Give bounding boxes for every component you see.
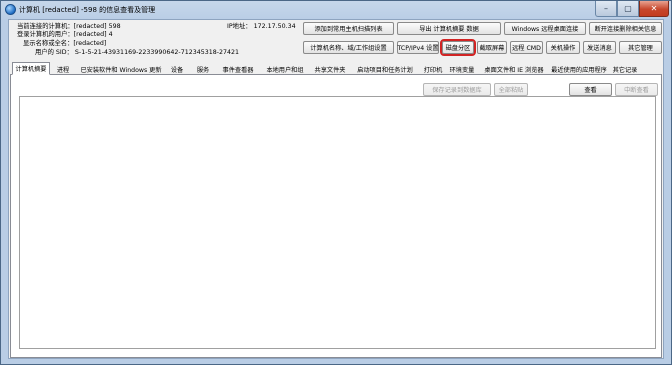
other-management-button[interactable]: 其它管理: [619, 41, 662, 54]
window-title: 计算机 [redacted] -598 的信息查看及管理: [19, 6, 156, 14]
tab-other-records[interactable]: 其它记录: [611, 64, 639, 75]
ip-label: IP地址：: [227, 23, 252, 30]
save-record-button[interactable]: 保存记录到数据库: [423, 83, 491, 96]
view-button[interactable]: 查看: [569, 83, 612, 96]
app-window: 计算机 [redacted] -598 的信息查看及管理 – ▢ ✕ 当前连接的…: [0, 0, 672, 365]
disconnect-button[interactable]: 断开连接删除相关信息: [589, 22, 662, 35]
app-globe-icon: [5, 4, 16, 15]
remote-desktop-button[interactable]: Windows 远程桌面连接: [504, 22, 586, 35]
tab-event-viewer[interactable]: 事件查看器: [220, 64, 256, 75]
close-button[interactable]: ✕: [639, 1, 669, 17]
tcp-ipv4-settings-button[interactable]: TCP/IPv4 设置: [397, 41, 439, 54]
tab-desktop-files-ie[interactable]: 桌面文件和 IE 浏览器: [480, 64, 548, 75]
logged-user-row: 登录计算机的用户：[redacted] 4: [17, 29, 113, 38]
tab-computer-summary[interactable]: 计算机摘要: [12, 62, 50, 75]
ip-row: IP地址： 172.17.50.34: [227, 21, 296, 30]
shutdown-button[interactable]: 关机操作: [546, 41, 580, 54]
tab-shared-folders[interactable]: 共享文件夹: [312, 64, 348, 75]
add-frequent-scan-button[interactable]: 添加到常用主机扫描列表: [303, 22, 394, 35]
disk-partition-button[interactable]: 磁盘分区: [440, 39, 476, 56]
send-message-button[interactable]: 发送消息: [583, 41, 616, 54]
logged-user-value: [redacted] 4: [73, 31, 113, 38]
user-sid-value: S-1-5-21-43931169-2233990642-712345318-2…: [74, 49, 240, 56]
tab-installed-software[interactable]: 已安装软件和 Windows 更新: [80, 64, 162, 75]
user-sid-label: 用户的 SID：: [35, 49, 73, 56]
display-name-value: [redacted]: [73, 40, 107, 47]
tab-recent-apps[interactable]: 最近使用的应用程序: [551, 64, 607, 75]
ip-value: 172.17.50.34: [253, 23, 296, 30]
computer-name-domain-button[interactable]: 计算机名称、域/工作组设置: [303, 41, 394, 54]
stop-view-button[interactable]: 中断查看: [615, 83, 658, 96]
title-bar[interactable]: 计算机 [redacted] -598 的信息查看及管理 – ▢ ✕: [1, 1, 671, 19]
tab-devices[interactable]: 设备: [168, 64, 186, 75]
tab-environment-vars[interactable]: 环境变量: [448, 64, 476, 75]
tab-local-users-groups[interactable]: 本地用户和组: [264, 64, 306, 75]
minimize-button[interactable]: –: [595, 1, 617, 17]
maximize-button[interactable]: ▢: [617, 1, 639, 17]
user-sid-row: 用户的 SID： S-1-5-21-43931169-2233990642-71…: [35, 47, 239, 56]
tab-strip: 计算机摘要 进程 已安装软件和 Windows 更新 设备 服务 事件查看器 本…: [10, 62, 662, 75]
tab-processes[interactable]: 进程: [54, 64, 72, 75]
display-name-label: 显示名称或全名：: [23, 40, 74, 47]
display-name-row: 显示名称或全名：[redacted]: [23, 38, 106, 47]
tab-startup-tasks[interactable]: 启动项目和任务计划: [354, 64, 416, 75]
tab-printers[interactable]: 打印机: [421, 64, 445, 75]
paste-all-button[interactable]: 全部粘贴: [494, 83, 528, 96]
summary-content-area[interactable]: [19, 96, 656, 349]
logged-user-label: 登录计算机的用户：: [17, 31, 74, 38]
screenshot-button[interactable]: 截取屏幕: [477, 41, 507, 54]
export-summary-button[interactable]: 导出 计算机摘要 数据: [397, 22, 501, 35]
main-client-area: 当前连接的计算机：[redacted] 598 登录计算机的用户：[redact…: [8, 19, 664, 359]
tab-services[interactable]: 服务: [194, 64, 212, 75]
remote-cmd-button[interactable]: 远程 CMD: [510, 41, 543, 54]
